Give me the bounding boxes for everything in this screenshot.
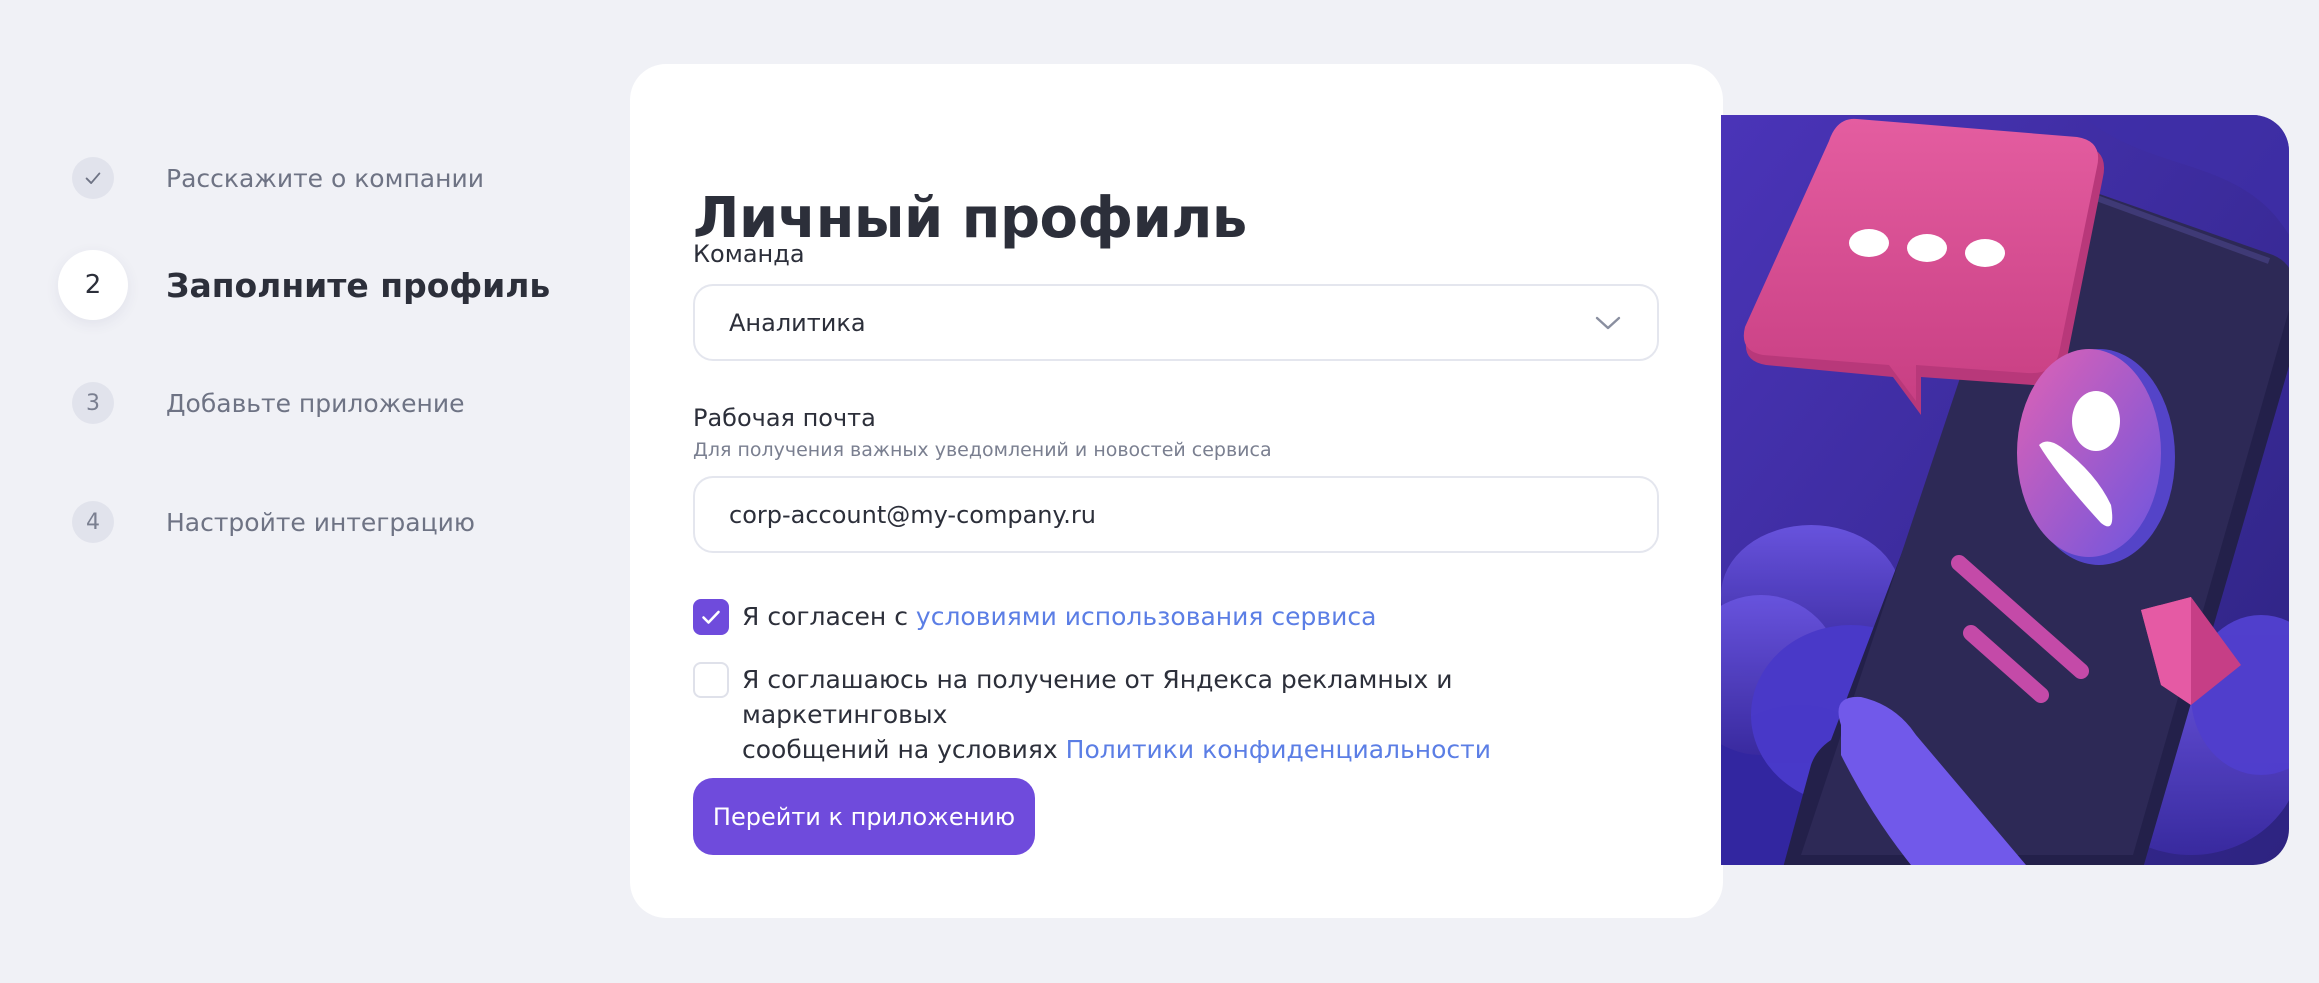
step-label: Добавьте приложение — [166, 388, 465, 418]
profile-card: Личный профиль Команда Аналитика Рабочая… — [630, 64, 1723, 918]
terms-text: Я согласен с — [742, 602, 916, 631]
privacy-policy-link[interactable]: Политики конфиденциальности — [1066, 735, 1491, 764]
step-setup-integration[interactable]: 4 Настройте интеграцию — [58, 486, 475, 558]
step-about-company[interactable]: Расскажите о компании — [58, 142, 484, 214]
step-add-app[interactable]: 3 Добавьте приложение — [58, 367, 465, 439]
step-fill-profile[interactable]: 2 Заполните профиль — [58, 249, 550, 321]
terms-consent-row: Я согласен с условиями использования сер… — [693, 599, 1602, 635]
profile-illustration — [1721, 115, 2289, 865]
team-select[interactable]: Аналитика — [693, 284, 1659, 361]
team-select-value: Аналитика — [729, 308, 866, 337]
email-hint: Для получения важных уведомлений и новос… — [693, 439, 1272, 461]
go-to-app-button[interactable]: Перейти к приложению — [693, 778, 1035, 855]
marketing-checkbox[interactable] — [693, 662, 729, 698]
marketing-text-line1: Я соглашаюсь на получение от Яндекса рек… — [742, 665, 1453, 729]
terms-checkbox[interactable] — [693, 599, 729, 635]
check-icon — [85, 172, 101, 184]
email-label: Рабочая почта — [693, 404, 876, 432]
marketing-text-line2: сообщений на условиях — [742, 735, 1066, 764]
step-number: 3 — [72, 382, 114, 424]
step-number: 4 — [72, 501, 114, 543]
step-number: 2 — [58, 250, 128, 320]
step-label: Заполните профиль — [166, 265, 551, 305]
chevron-down-icon — [1595, 316, 1621, 329]
step-marker-done — [72, 157, 114, 199]
email-field[interactable]: corp-account@my-company.ru — [693, 476, 1659, 553]
phone-chat-illustration — [1721, 115, 2289, 865]
step-label: Расскажите о компании — [166, 163, 484, 193]
marketing-consent-row: Я соглашаюсь на получение от Яндекса рек… — [693, 662, 1602, 767]
email-field-value: corp-account@my-company.ru — [729, 500, 1096, 529]
step-label: Настройте интеграцию — [166, 507, 475, 537]
terms-link[interactable]: условиями использования сервиса — [916, 602, 1377, 631]
check-icon — [702, 610, 720, 624]
team-label: Команда — [693, 240, 805, 268]
